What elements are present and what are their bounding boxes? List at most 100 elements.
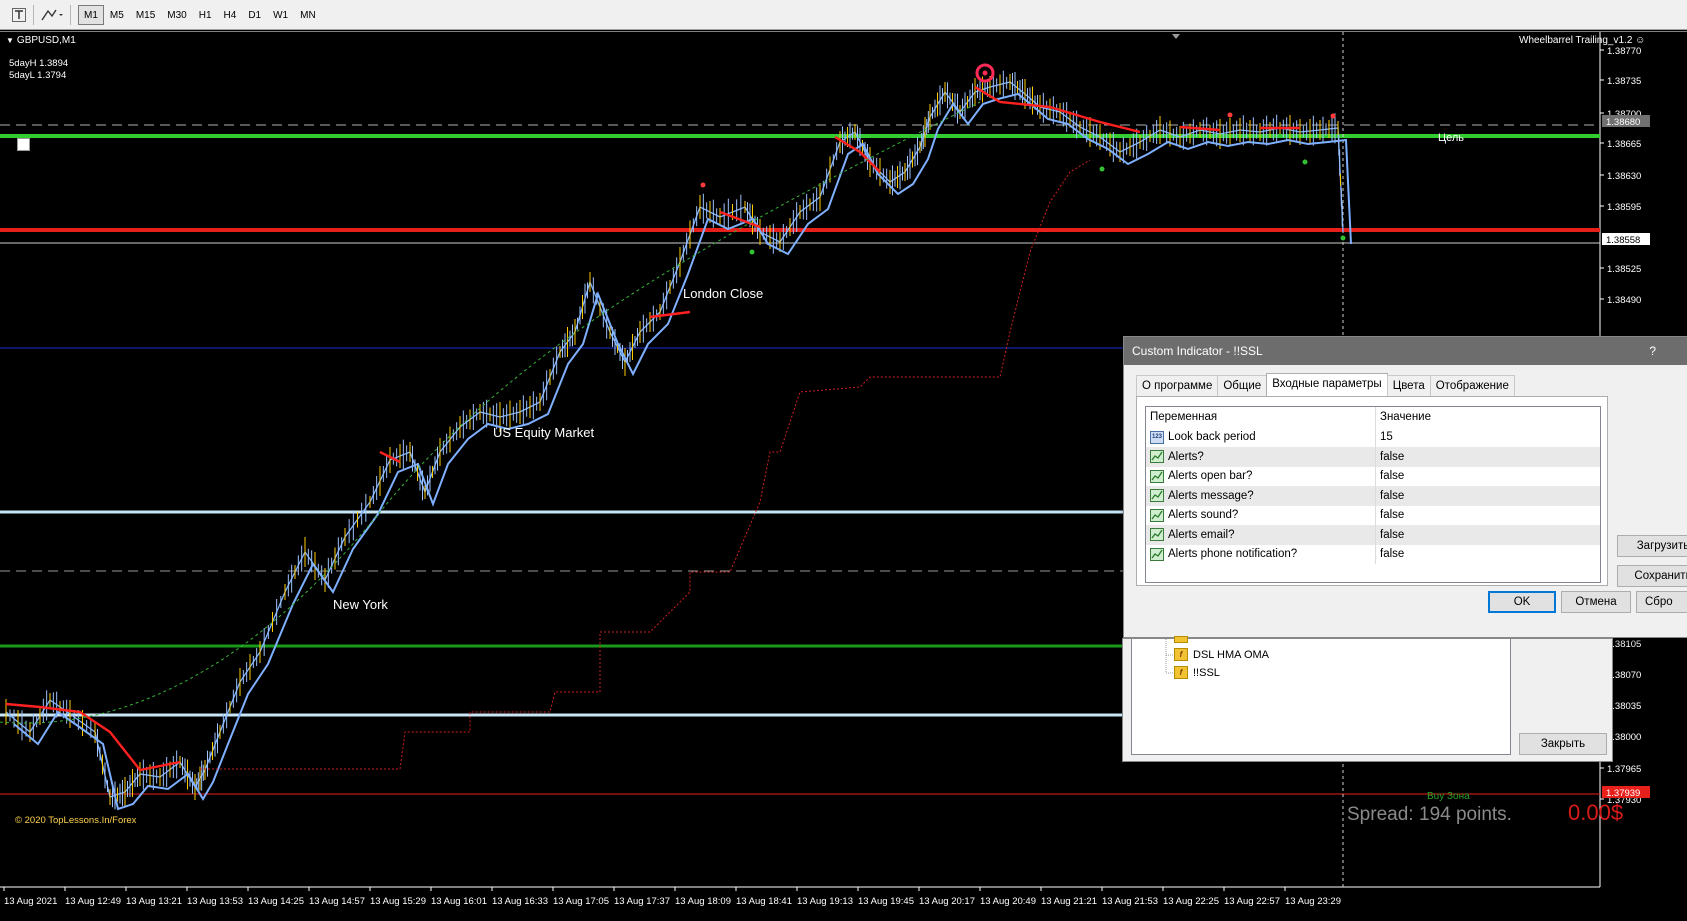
timeframe-m5[interactable]: M5 <box>104 5 130 25</box>
timeframe-mn[interactable]: MN <box>294 5 322 25</box>
price-tick-label: 1.38525 <box>1607 264 1641 275</box>
help-button[interactable]: ? <box>1649 337 1656 365</box>
param-value[interactable]: false <box>1376 466 1404 486</box>
param-row[interactable]: Alerts? false <box>1146 446 1600 467</box>
time-tick-label: 13 Aug 16:01 <box>431 896 487 907</box>
param-name: Alerts message? <box>1168 489 1254 502</box>
price-tick-label: 1.38735 <box>1607 76 1641 87</box>
load-button[interactable]: Загрузить <box>1617 535 1687 557</box>
boolean-type-icon <box>1150 508 1164 522</box>
target-label: Цель <box>1438 132 1465 144</box>
param-row[interactable]: Alerts message? false <box>1146 485 1600 506</box>
price-tick-label: 1.37965 <box>1607 764 1641 775</box>
grid-header: Переменная Значение <box>1146 407 1600 427</box>
shapes-tool-icon[interactable] <box>37 5 67 25</box>
ea-button[interactable] <box>17 138 30 151</box>
param-value[interactable]: false <box>1376 447 1404 467</box>
parameters-grid[interactable]: Переменная Значение 123 Look back period 1… <box>1145 406 1601 583</box>
param-value[interactable]: 15 <box>1376 427 1393 447</box>
param-name: Alerts? <box>1168 450 1204 463</box>
boolean-type-icon <box>1150 528 1164 541</box>
five-day-high: 5dayH 1.3894 <box>9 58 69 69</box>
separator <box>70 5 71 25</box>
smiley-icon: ☺ <box>1635 35 1646 46</box>
green-marker <box>1340 235 1346 241</box>
boolean-type-icon <box>1150 489 1164 502</box>
param-row[interactable]: Alerts phone notification? false <box>1146 544 1600 564</box>
timeframe-w1[interactable]: W1 <box>267 5 294 25</box>
time-tick-label: 13 Aug 15:29 <box>370 896 426 907</box>
param-value[interactable]: false <box>1376 505 1404 525</box>
price-tick-label: 1.38490 <box>1607 295 1641 306</box>
param-value[interactable]: false <box>1376 525 1404 545</box>
param-value[interactable]: false <box>1376 544 1404 564</box>
timeframe-h1[interactable]: H1 <box>193 5 218 25</box>
timeframe-d1[interactable]: D1 <box>242 5 267 25</box>
timeframe-m1[interactable]: M1 <box>78 5 104 25</box>
tab-0[interactable]: О программе <box>1136 375 1219 396</box>
red-marker <box>700 182 706 188</box>
time-tick-label: 13 Aug 20:49 <box>980 896 1036 907</box>
ok-button[interactable]: OK <box>1488 591 1556 613</box>
green-marker <box>1302 159 1308 165</box>
boolean-type-icon <box>1150 450 1164 463</box>
time-tick-label: 13 Aug 22:25 <box>1163 896 1219 907</box>
time-tick-label: 13 Aug 14:25 <box>248 896 304 907</box>
param-row[interactable]: 123 Look back period 15 <box>1146 427 1600 447</box>
dialog-title-bar[interactable]: Custom Indicator - !!SSL ? <box>1124 337 1687 365</box>
dialog-title: Custom Indicator - !!SSL <box>1132 344 1263 358</box>
price-marker-target: 1.38680 <box>1606 117 1640 128</box>
new-york-label: New York <box>333 597 388 612</box>
us-equity-label: US Equity Market <box>493 425 595 440</box>
time-tick-label: 13 Aug 13:53 <box>187 896 243 907</box>
param-name-cell: Alerts email? <box>1146 524 1376 545</box>
boolean-type-icon <box>1150 469 1164 483</box>
time-tick-label: 13 Aug 14:57 <box>309 896 365 907</box>
timeframe-h4[interactable]: H4 <box>218 5 243 25</box>
copyright: © 2020 TopLessons.In/Forex <box>15 815 137 826</box>
time-tick-label: 13 Aug 19:45 <box>858 896 914 907</box>
spread-value: 194 points. <box>1419 804 1512 825</box>
param-value[interactable]: false <box>1376 486 1404 506</box>
london-close-label: London Close <box>683 286 764 301</box>
save-button[interactable]: Сохранить <box>1617 565 1687 587</box>
time-tick-label: 13 Aug 17:37 <box>614 896 670 907</box>
separator <box>33 5 34 25</box>
symbol-label[interactable]: ▼ GBPUSD,M1 <box>6 35 76 46</box>
ssl-red-segment <box>649 310 691 319</box>
close-button[interactable]: Закрыть <box>1519 733 1607 755</box>
param-row[interactable]: Alerts email? false <box>1146 524 1600 545</box>
indicators-tree[interactable]: f DSL HMA OMA f !!SSL <box>1131 635 1511 755</box>
price-tick-label: 1.38665 <box>1607 139 1641 150</box>
expert-advisor-label: Wheelbarrel Trailing_v1.2 ☺ <box>1519 35 1646 46</box>
time-tick-label: 13 Aug 22:57 <box>1224 896 1280 907</box>
param-name-cell: Alerts? <box>1146 446 1376 467</box>
param-row[interactable]: Alerts sound? false <box>1146 505 1600 525</box>
time-tick-label: 13 Aug 2021 <box>4 896 57 907</box>
chevron-down-icon: ▼ <box>6 36 14 45</box>
param-name-cell: Alerts message? <box>1146 485 1376 506</box>
cancel-button[interactable]: Отмена <box>1561 591 1631 613</box>
tab-3[interactable]: Цвета <box>1386 375 1431 396</box>
param-name-cell: 123 Look back period <box>1146 427 1376 447</box>
timeframe-m30[interactable]: M30 <box>161 5 192 25</box>
tab-4[interactable]: Отображение <box>1429 375 1515 396</box>
tab-2[interactable]: Входные параметры <box>1266 373 1388 396</box>
green-marker <box>749 249 755 255</box>
time-tick-label: 13 Aug 12:49 <box>65 896 121 907</box>
dialog-tabs: О программе Общие Входные параметры Цвета От… <box>1136 373 1515 397</box>
param-name: Alerts open bar? <box>1168 470 1253 482</box>
tree-lines <box>1165 639 1174 674</box>
ssl-red-segment <box>1179 125 1221 132</box>
column-value[interactable]: Значение <box>1376 407 1431 427</box>
column-variable[interactable]: Переменная <box>1146 407 1376 427</box>
profit-value: 0.00$ <box>1568 800 1624 825</box>
timeframe-m15[interactable]: M15 <box>130 5 161 25</box>
time-tick-label: 13 Aug 16:33 <box>492 896 548 907</box>
text-tool-icon[interactable] <box>8 5 30 25</box>
param-row[interactable]: Alerts open bar? false <box>1146 466 1600 486</box>
reset-button[interactable]: Сбро <box>1636 591 1687 613</box>
time-tick-label: 13 Aug 17:05 <box>553 896 609 907</box>
tab-1[interactable]: Общие <box>1217 375 1268 396</box>
price-marker-current: 1.38558 <box>1606 235 1640 246</box>
